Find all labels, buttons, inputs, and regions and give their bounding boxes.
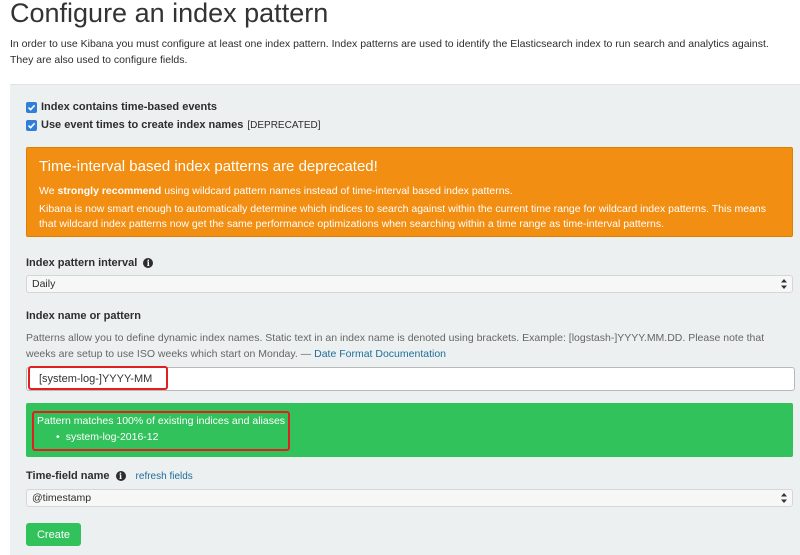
deprecation-alert: Time-interval based index patterns are d… (26, 147, 793, 237)
pattern-label: Index name or pattern (26, 310, 141, 322)
event-times-label: Use event times to create index names (41, 119, 244, 131)
date-format-doc-link[interactable]: Date Format Documentation (314, 348, 446, 360)
time-based-label: Index contains time-based events (41, 101, 218, 113)
index-pattern-input[interactable] (26, 367, 795, 391)
create-button[interactable]: Create (26, 523, 81, 546)
pattern-help-text: Patterns allow you to define dynamic ind… (26, 330, 796, 362)
deprecation-alert-explanation: Kibana is now smart enough to automatica… (39, 203, 767, 230)
interval-label-row: Index pattern interval i (26, 257, 154, 269)
pattern-match-alert: Pattern matches 100% of existing indices… (26, 403, 793, 457)
info-icon[interactable]: i (115, 471, 126, 481)
deprecated-tag: [DEPRECATED] (247, 119, 321, 131)
pattern-match-title: Pattern matches 100% of existing indices… (37, 415, 286, 427)
time-field-select[interactable]: @timestamp (26, 489, 793, 507)
checkmark-icon (27, 104, 36, 111)
select-arrows-icon (781, 493, 787, 503)
interval-selected-value: Daily (32, 278, 56, 290)
recommendation-suffix: using wildcard pattern names instead of … (161, 185, 513, 197)
time-based-checkbox[interactable] (26, 101, 37, 113)
event-times-option[interactable]: Use event times to create index names [D… (26, 118, 321, 132)
interval-label: Index pattern interval (26, 257, 138, 269)
bullet-icon: • (56, 431, 60, 443)
deprecation-alert-title: Time-interval based index patterns are d… (39, 158, 378, 175)
page-title: Configure an index pattern (10, 0, 329, 28)
event-times-checkbox[interactable] (26, 119, 37, 131)
interval-select[interactable]: Daily (26, 275, 793, 293)
time-field-selected-value: @timestamp (32, 492, 92, 504)
recommendation-prefix: We (39, 185, 58, 197)
select-arrows-icon (781, 279, 787, 289)
deprecation-alert-recommendation: We strongly recommend using wildcard pat… (39, 185, 513, 197)
recommendation-strong: strongly recommend (57, 185, 162, 197)
intro-text: In order to use Kibana you must configur… (10, 38, 769, 66)
info-icon[interactable]: i (143, 258, 154, 268)
time-field-label: Time-field name (26, 470, 110, 482)
checkmark-icon (27, 122, 36, 129)
pattern-label-row: Index name or pattern (26, 310, 141, 322)
matched-index-item: • system-log-2016-12 (56, 431, 158, 443)
matched-index-name: system-log-2016-12 (65, 431, 159, 443)
time-field-label-row: Time-field name i refresh fields (26, 470, 193, 482)
time-based-option[interactable]: Index contains time-based events (26, 100, 217, 114)
index-pattern-form: Index contains time-based events Use eve… (10, 84, 800, 555)
refresh-fields-link[interactable]: refresh fields (136, 471, 193, 482)
